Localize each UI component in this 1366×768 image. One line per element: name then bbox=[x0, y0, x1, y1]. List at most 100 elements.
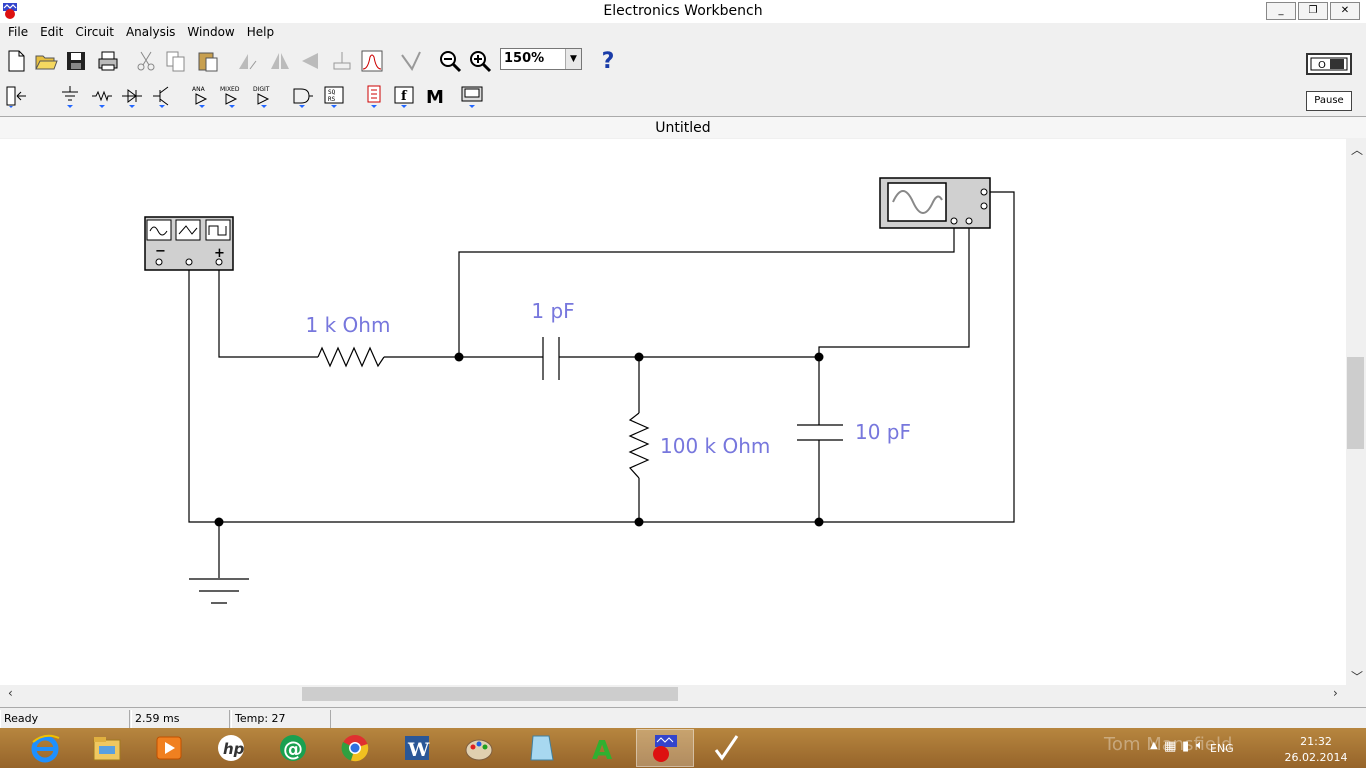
circuit-canvas[interactable]: 1 k Ohm 1 pF 100 k Ohm 10 pF − + bbox=[0, 139, 1346, 685]
rotate-icon[interactable] bbox=[234, 47, 262, 75]
wire-gen-to-r1 bbox=[218, 268, 318, 358]
favorites-bin-icon[interactable] bbox=[2, 82, 30, 110]
clock-time[interactable]: 21:32 bbox=[1276, 735, 1356, 748]
pause-button[interactable]: Pause bbox=[1306, 91, 1352, 111]
indicators-bin-icon[interactable] bbox=[360, 82, 388, 110]
wire-scope-a bbox=[458, 224, 955, 357]
vertical-scroll-thumb[interactable] bbox=[1347, 357, 1364, 449]
r1-label: 1 k Ohm bbox=[306, 313, 391, 337]
menu-file[interactable]: File bbox=[2, 23, 34, 43]
title-bar: Electronics Workbench _ ❐ ✕ bbox=[0, 0, 1366, 23]
open-folder-icon[interactable] bbox=[32, 47, 60, 75]
menu-window[interactable]: Window bbox=[181, 23, 240, 43]
math-app-icon[interactable] bbox=[698, 729, 756, 767]
system-tray: Tom Mansfield ▲ ▦ ▮ 🔈︎ ENG 21:32 26.02.2… bbox=[1096, 728, 1366, 768]
menu-edit[interactable]: Edit bbox=[34, 23, 69, 43]
digital-ics-label: DIGIT bbox=[253, 86, 270, 93]
component-properties-icon[interactable] bbox=[328, 47, 356, 75]
logic-gates-bin-icon[interactable] bbox=[288, 82, 316, 110]
language-indicator[interactable]: ENG bbox=[1210, 742, 1234, 755]
controls-bin-icon[interactable]: f bbox=[390, 82, 418, 110]
chrome-icon[interactable] bbox=[326, 729, 384, 767]
scroll-right-icon[interactable]: › bbox=[1333, 686, 1338, 700]
cut-icon[interactable] bbox=[132, 47, 160, 75]
svg-text:@: @ bbox=[283, 737, 303, 761]
miscellaneous-bin[interactable]: M bbox=[420, 82, 448, 110]
capacitor-c2[interactable] bbox=[797, 424, 843, 441]
menu-analysis[interactable]: Analysis bbox=[120, 23, 181, 43]
basic-bin-icon[interactable] bbox=[88, 82, 116, 110]
svg-text:SQ: SQ bbox=[328, 89, 336, 96]
status-time: 2.59 ms bbox=[131, 710, 230, 728]
graph-icon[interactable] bbox=[358, 47, 386, 75]
svg-text:A: A bbox=[592, 736, 612, 764]
hp-icon[interactable]: hp bbox=[202, 729, 260, 767]
chevron-down-icon: ▼ bbox=[565, 49, 581, 69]
power-switch[interactable]: O bbox=[1306, 53, 1352, 75]
resistor-r1[interactable] bbox=[317, 346, 385, 368]
miscellaneous-label: M bbox=[426, 87, 444, 108]
zoom-in-icon[interactable] bbox=[466, 47, 494, 75]
analog-ics-bin[interactable]: ANA bbox=[188, 82, 216, 110]
menu-circuit[interactable]: Circuit bbox=[69, 23, 120, 43]
battery-icon[interactable]: ▮ bbox=[1182, 739, 1189, 754]
diodes-bin-icon[interactable] bbox=[118, 82, 146, 110]
status-state: Ready bbox=[0, 710, 130, 728]
scroll-left-icon[interactable]: ‹ bbox=[8, 686, 13, 700]
status-temp: Temp: 27 bbox=[231, 710, 331, 728]
instruments-bin-icon[interactable] bbox=[458, 82, 486, 110]
flip-vertical-icon[interactable] bbox=[296, 47, 324, 75]
network-icon[interactable]: ▦ bbox=[1164, 739, 1176, 754]
scroll-down-icon[interactable]: ﹀ bbox=[1351, 668, 1363, 685]
scroll-up-icon[interactable]: ︿ bbox=[1351, 141, 1363, 158]
internet-explorer-icon[interactable] bbox=[16, 729, 74, 767]
menu-help[interactable]: Help bbox=[241, 23, 280, 43]
wire-scope-b bbox=[818, 224, 970, 357]
zoom-out-icon[interactable] bbox=[436, 47, 464, 75]
mail-agent-icon[interactable]: @ bbox=[264, 729, 322, 767]
sources-bin-icon[interactable] bbox=[56, 82, 84, 110]
paste-icon[interactable] bbox=[194, 47, 222, 75]
document-title: Untitled bbox=[0, 116, 1366, 138]
notepad-icon[interactable] bbox=[512, 729, 570, 767]
main-toolbar: 150% ▼ ? O bbox=[0, 45, 1366, 79]
ground-icon[interactable] bbox=[189, 578, 249, 604]
wires bbox=[188, 191, 1015, 578]
app-a-icon[interactable]: A bbox=[574, 729, 632, 767]
file-explorer-icon[interactable] bbox=[78, 729, 136, 767]
flip-horizontal-icon[interactable] bbox=[266, 47, 294, 75]
transistors-bin-icon[interactable] bbox=[148, 82, 176, 110]
print-icon[interactable] bbox=[94, 47, 122, 75]
new-file-icon[interactable] bbox=[2, 47, 30, 75]
c2-label: 10 pF bbox=[855, 420, 911, 444]
svg-text:hp: hp bbox=[223, 740, 245, 758]
copy-icon[interactable] bbox=[162, 47, 190, 75]
mixed-ics-bin[interactable]: MIXED bbox=[218, 82, 246, 110]
capacitor-c1[interactable] bbox=[542, 337, 560, 380]
word-icon[interactable]: W bbox=[388, 729, 446, 767]
menu-bar: File Edit Circuit Analysis Window Help bbox=[0, 23, 1366, 43]
generator-minus-label: − bbox=[155, 244, 166, 259]
resistor-r2[interactable] bbox=[628, 412, 650, 479]
parts-toolbar: ANA MIXED DIGIT SQ RS f M bbox=[0, 80, 1366, 112]
paint-icon[interactable] bbox=[450, 729, 508, 767]
analog-ics-label: ANA bbox=[192, 86, 206, 93]
clock-date[interactable]: 26.02.2014 bbox=[1276, 751, 1356, 764]
horizontal-scroll-thumb[interactable] bbox=[302, 687, 678, 701]
electronics-workbench-task-icon[interactable] bbox=[636, 729, 694, 767]
oscilloscope[interactable] bbox=[879, 177, 991, 229]
close-button[interactable]: ✕ bbox=[1330, 2, 1360, 20]
help-button[interactable]: ? bbox=[594, 47, 622, 75]
digital-bin-icon[interactable]: SQ RS bbox=[320, 82, 348, 110]
subcircuit-icon[interactable] bbox=[396, 47, 424, 75]
function-generator[interactable]: − + bbox=[144, 216, 234, 271]
zoom-dropdown[interactable]: 150% ▼ bbox=[500, 48, 582, 70]
minimize-button[interactable]: _ bbox=[1266, 2, 1296, 20]
digital-ics-bin[interactable]: DIGIT bbox=[250, 82, 278, 110]
save-disk-icon[interactable] bbox=[62, 47, 90, 75]
svg-text:RS: RS bbox=[328, 96, 336, 103]
volume-icon[interactable]: 🔈︎ bbox=[1196, 738, 1204, 753]
restore-button[interactable]: ❐ bbox=[1298, 2, 1328, 20]
media-player-icon[interactable] bbox=[140, 729, 198, 767]
show-hidden-icons-icon[interactable]: ▲ bbox=[1150, 740, 1158, 751]
